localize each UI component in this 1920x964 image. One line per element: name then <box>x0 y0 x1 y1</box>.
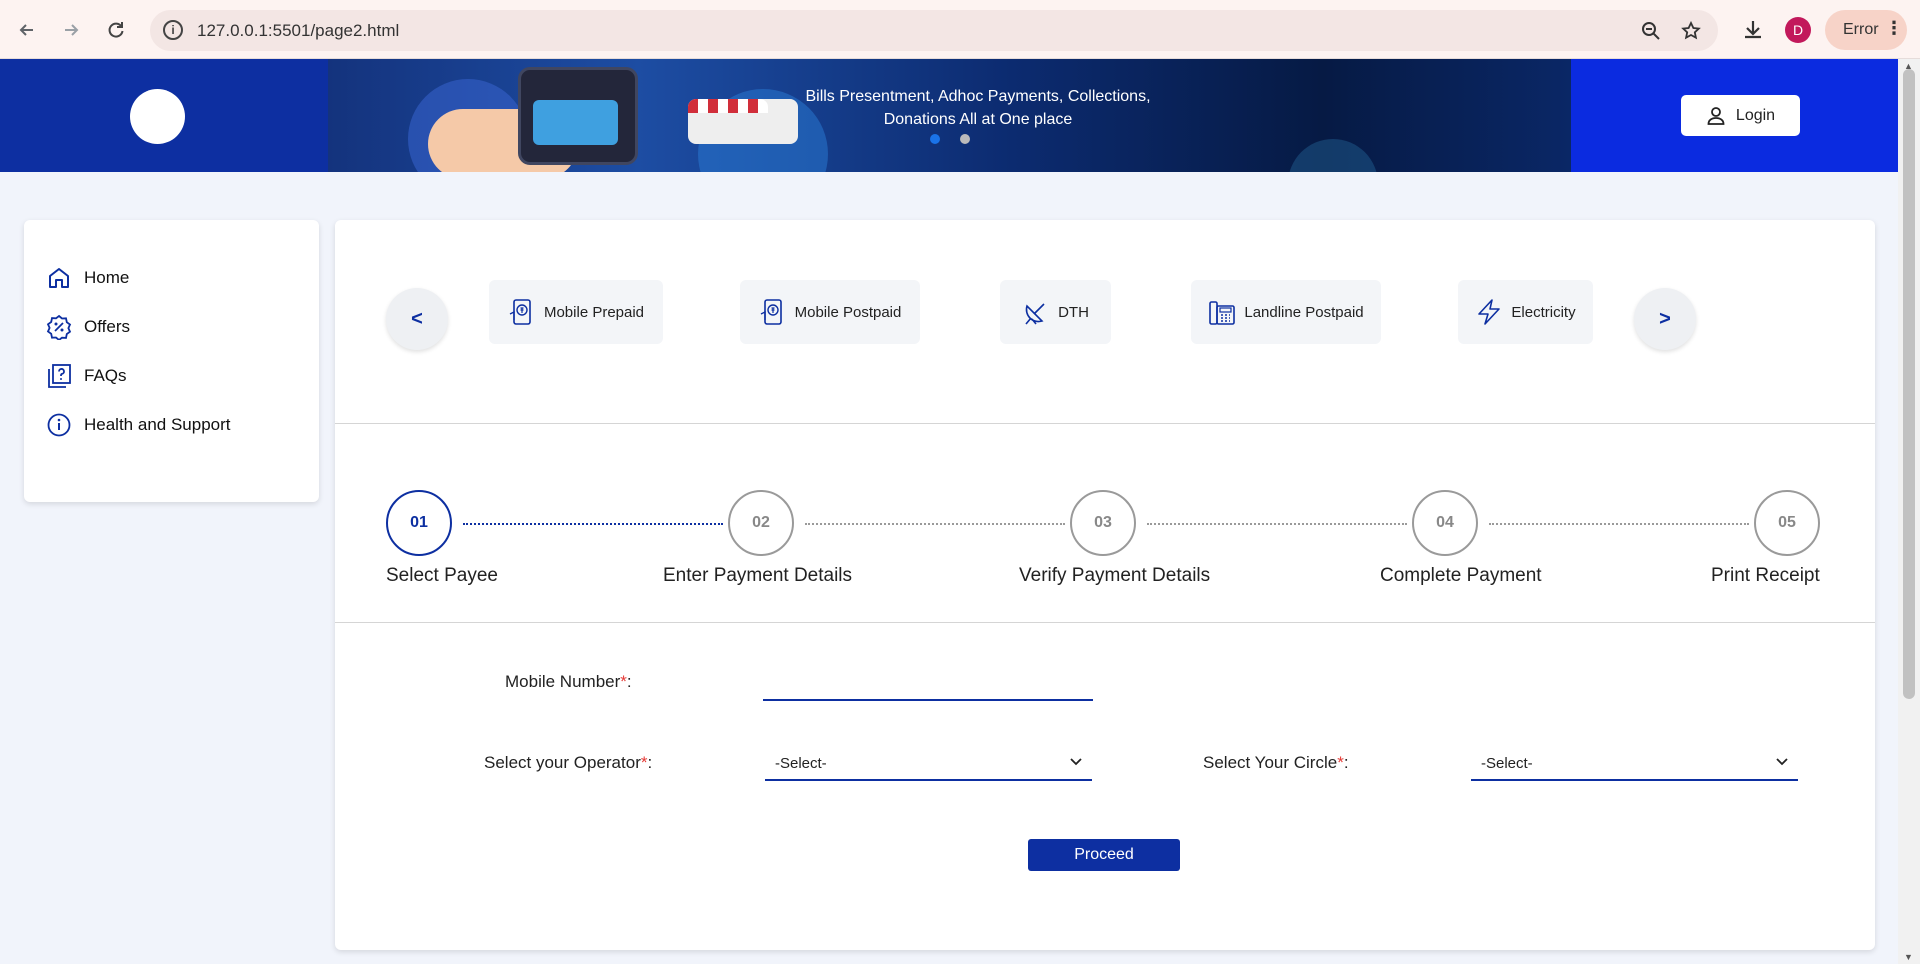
chevron-down-icon <box>1776 758 1788 766</box>
mobile-number-label: Mobile Number*: <box>505 672 632 691</box>
site-info-icon[interactable]: i <box>163 20 183 40</box>
required-mark: * <box>1337 753 1344 772</box>
download-icon[interactable] <box>1739 16 1767 44</box>
category-mobile-postpaid[interactable]: Mobile Postpaid <box>740 280 920 344</box>
chevron-down-icon <box>1070 758 1082 766</box>
bookmark-star-icon[interactable] <box>1678 18 1704 44</box>
main-panel: < Mobile Prepaid Mobile Postpaid DTH Lan… <box>335 220 1875 950</box>
required-mark: * <box>620 672 627 691</box>
satellite-dish-icon <box>1025 303 1045 325</box>
step-2-circle: 02 <box>728 490 794 556</box>
user-icon <box>1707 106 1725 125</box>
step-5-circle: 05 <box>1754 490 1820 556</box>
kebab-menu-icon[interactable]: ⋮ <box>1885 18 1903 39</box>
sidebar-item-faqs[interactable]: FAQs <box>46 363 127 389</box>
browser-toolbar: i 127.0.0.1:5501/page2.html D Error ⋮ <box>0 0 1920 59</box>
step-1-circle: 01 <box>386 490 452 556</box>
section-divider <box>335 622 1875 623</box>
category-mobile-prepaid[interactable]: Mobile Prepaid <box>489 280 663 344</box>
error-badge-button[interactable]: Error ⋮ <box>1825 10 1907 50</box>
step-3-circle: 03 <box>1070 490 1136 556</box>
forward-icon[interactable] <box>56 15 86 45</box>
page-content: Bills Presentment, Adhoc Payments, Colle… <box>0 59 1898 964</box>
step-connector-1 <box>463 523 723 525</box>
operator-select[interactable]: -Select- <box>765 745 1092 781</box>
carousel-dot-active[interactable] <box>930 134 940 144</box>
step-3-label: Verify Payment Details <box>1019 565 1211 586</box>
circle-label: Select Your Circle*: <box>1203 753 1349 772</box>
info-icon <box>47 413 71 437</box>
step-1-label: Select Payee <box>386 565 498 586</box>
step-connector-3 <box>1147 523 1407 525</box>
hero-banner: Bills Presentment, Adhoc Payments, Colle… <box>328 59 1571 172</box>
phone-illustration <box>518 67 638 165</box>
url-text: 127.0.0.1:5501/page2.html <box>197 21 400 40</box>
address-bar[interactable]: i 127.0.0.1:5501/page2.html <box>150 10 1718 51</box>
carousel-dot[interactable] <box>960 134 970 144</box>
step-connector-4 <box>1489 523 1749 525</box>
circle-select[interactable]: -Select- <box>1471 745 1798 781</box>
step-4-label: Complete Payment <box>1380 565 1542 586</box>
sidebar-item-offers[interactable]: Offers <box>46 314 130 340</box>
sidebar: Home Offers FAQs Health and Support <box>24 220 319 502</box>
mobile-prepaid-icon <box>509 299 531 325</box>
scroll-down-icon[interactable]: ▼ <box>1904 952 1913 962</box>
circle-select-value: -Select- <box>1481 755 1533 772</box>
login-label: Login <box>1735 106 1776 124</box>
mobile-number-input[interactable] <box>763 665 1093 701</box>
faq-icon <box>48 364 71 388</box>
profile-avatar[interactable]: D <box>1785 17 1811 43</box>
step-2-label: Enter Payment Details <box>663 565 853 586</box>
reload-icon[interactable] <box>101 15 131 45</box>
category-electricity[interactable]: Electricity <box>1458 280 1593 344</box>
landline-icon <box>1209 301 1236 325</box>
operator-select-value: -Select- <box>775 755 827 772</box>
step-4-circle: 04 <box>1412 490 1478 556</box>
site-logo[interactable] <box>130 89 185 144</box>
category-landline-postpaid[interactable]: Landline Postpaid <box>1191 280 1381 344</box>
category-dth[interactable]: DTH <box>1000 280 1111 344</box>
sidebar-item-home[interactable]: Home <box>46 265 129 291</box>
banner-caption: Bills Presentment, Adhoc Payments, Colle… <box>805 88 1151 128</box>
scrollbar-thumb[interactable] <box>1903 69 1915 699</box>
site-header: Bills Presentment, Adhoc Payments, Colle… <box>0 59 1898 172</box>
section-divider <box>335 423 1875 424</box>
carousel-prev-button[interactable]: < <box>386 288 448 350</box>
proceed-button[interactable]: Proceed <box>1028 839 1180 871</box>
back-icon[interactable] <box>12 15 42 45</box>
step-connector-2 <box>805 523 1065 525</box>
mobile-postpaid-icon <box>760 299 782 325</box>
lightning-icon <box>1478 299 1501 325</box>
operator-label: Select your Operator*: <box>484 753 653 772</box>
home-icon <box>49 268 69 288</box>
sidebar-item-health-support[interactable]: Health and Support <box>46 412 231 438</box>
error-label: Error <box>1843 21 1879 38</box>
step-5-label: Print Receipt <box>1711 565 1820 586</box>
zoom-icon[interactable] <box>1638 18 1664 44</box>
page-scrollbar[interactable]: ▲ ▼ <box>1898 59 1920 964</box>
offers-icon <box>46 314 72 340</box>
login-button[interactable]: Login <box>1681 95 1800 136</box>
carousel-next-button[interactable]: > <box>1634 288 1696 350</box>
